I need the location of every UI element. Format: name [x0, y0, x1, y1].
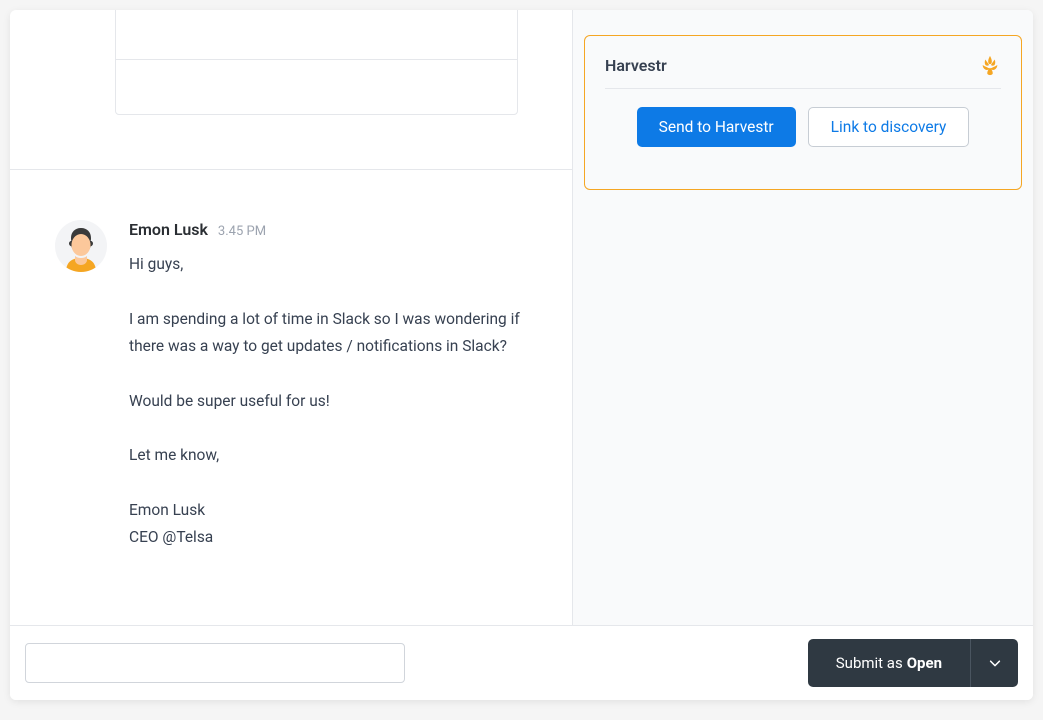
submit-prefix: Submit as: [836, 654, 903, 672]
submit-dropdown-button[interactable]: [970, 639, 1018, 687]
message-signature: Emon Lusk CEO @Telsa: [129, 497, 527, 552]
top-box-divider: [116, 59, 517, 60]
reply-input[interactable]: [25, 643, 405, 683]
top-content-box: [115, 10, 518, 115]
message-header: Emon Lusk 3.45 PM: [129, 220, 527, 239]
harvestr-header: Harvestr: [605, 54, 1001, 89]
submit-button-group: Submit as Open: [808, 639, 1018, 687]
message-paragraph: Let me know,: [129, 442, 527, 470]
message-paragraph: Hi guys,: [129, 251, 527, 279]
harvestr-buttons: Send to Harvestr Link to discovery: [605, 107, 1001, 147]
signature-name: Emon Lusk: [129, 497, 527, 525]
link-to-discovery-button[interactable]: Link to discovery: [808, 107, 970, 147]
message-body: Hi guys, I am spending a lot of time in …: [129, 251, 527, 552]
harvestr-title: Harvestr: [605, 56, 667, 75]
send-to-harvestr-button[interactable]: Send to Harvestr: [637, 107, 796, 147]
top-section: [10, 10, 572, 170]
harvestr-logo-icon: [979, 54, 1001, 76]
bottom-bar: Submit as Open: [10, 625, 1033, 700]
app-container: Emon Lusk 3.45 PM Hi guys, I am spending…: [10, 10, 1033, 700]
message-section: Emon Lusk 3.45 PM Hi guys, I am spending…: [10, 170, 572, 700]
author-avatar: [55, 220, 107, 272]
submit-button[interactable]: Submit as Open: [808, 639, 970, 687]
avatar-icon: [55, 220, 107, 272]
author-name: Emon Lusk: [129, 220, 208, 239]
harvestr-card: Harvestr Send to Harvestr Link to discov…: [584, 35, 1022, 190]
message-paragraph: I am spending a lot of time in Slack so …: [129, 306, 527, 361]
sidebar-panel: Harvestr Send to Harvestr Link to discov…: [573, 10, 1033, 700]
submit-status: Open: [907, 654, 942, 672]
message-time: 3.45 PM: [218, 224, 266, 239]
message-content: Emon Lusk 3.45 PM Hi guys, I am spending…: [129, 220, 527, 670]
chevron-down-icon: [988, 656, 1002, 670]
message-paragraph: Would be super useful for us!: [129, 388, 527, 416]
main-panel: Emon Lusk 3.45 PM Hi guys, I am spending…: [10, 10, 573, 700]
signature-title: CEO @Telsa: [129, 524, 527, 552]
